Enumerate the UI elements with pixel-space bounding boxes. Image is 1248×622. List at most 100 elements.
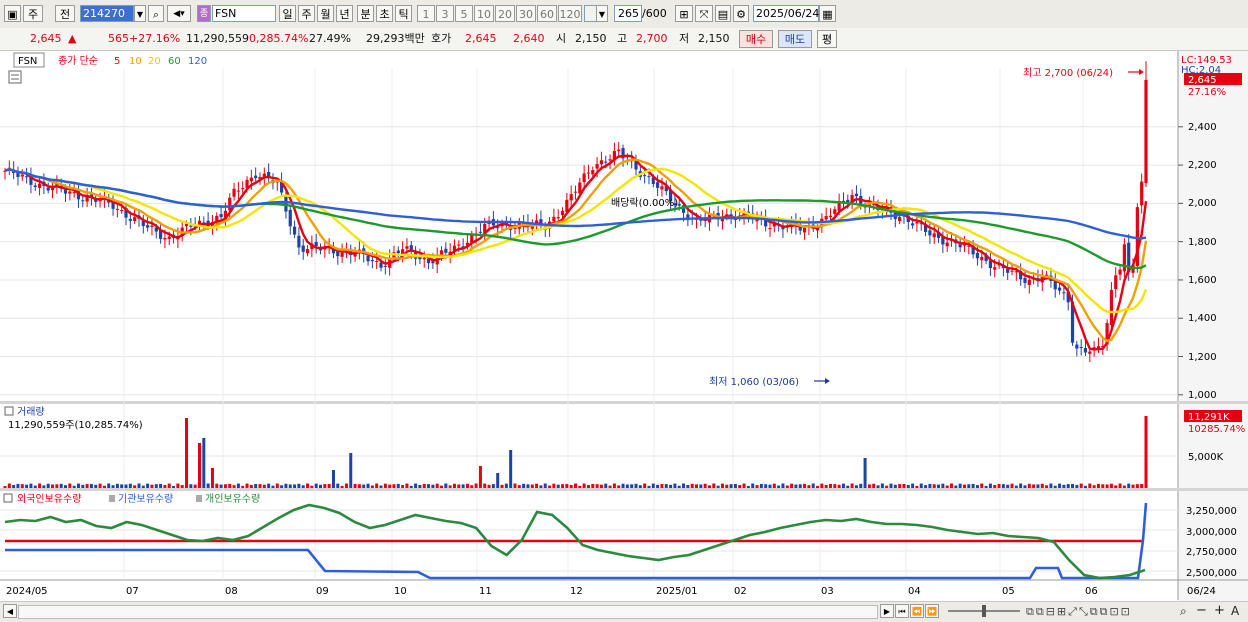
volume-bar [500, 484, 504, 488]
drawing-tool-icon[interactable]: ⤧ [695, 5, 713, 22]
interval-dropdown-icon[interactable]: ▼ [596, 5, 608, 22]
volume-bar [474, 483, 478, 488]
code-dropdown-icon[interactable]: ▼ [134, 5, 146, 22]
volume-bar [759, 483, 763, 488]
volume-bar [574, 483, 577, 488]
volume-bar [647, 485, 651, 488]
tab-period-tick[interactable]: 틱 [395, 5, 412, 22]
calendar-icon[interactable]: ▦ [819, 5, 836, 22]
tab-interval-3[interactable]: 3 [436, 5, 454, 22]
tab-period-minute[interactable]: 분 [357, 5, 374, 22]
candle-type-icon[interactable]: ⊞ [675, 5, 693, 22]
horizontal-scrollbar[interactable] [18, 605, 878, 619]
zoom-out-icon[interactable]: − [1196, 603, 1207, 618]
stock-code-input[interactable]: 214270 [80, 5, 134, 22]
volume-bar [154, 484, 158, 488]
volume-bar [81, 484, 85, 488]
volume-bar [405, 483, 409, 488]
volume-bar [924, 485, 928, 488]
price-tick-2000: 2,000 [1188, 198, 1217, 209]
page-forward-button[interactable]: ⏩ [925, 604, 939, 618]
gear-icon[interactable]: ⚙ [733, 5, 749, 22]
volume-bar [556, 484, 560, 488]
volume-bar [863, 458, 867, 488]
candle-body [301, 245, 305, 252]
volume-bar [68, 483, 72, 488]
volume-bar [919, 483, 923, 488]
volume-bar [267, 483, 271, 488]
layout-icons[interactable]: ⧉⧉⊟⊞⤢⤡⧉⧉⊡⊡ [1026, 605, 1132, 619]
tab-period-week[interactable]: 주 [298, 5, 315, 22]
font-size-icon[interactable]: A [1231, 604, 1239, 618]
volume-bar [102, 485, 106, 488]
evaluate-button[interactable]: 평 [817, 30, 837, 48]
stock-name-input[interactable]: FSN [212, 5, 276, 22]
volume-bar [971, 483, 975, 488]
tab-interval-30[interactable]: 30 [516, 5, 536, 22]
volume-bar [478, 466, 482, 488]
scroll-left-icon[interactable]: ◀ [3, 604, 17, 618]
volume-bar [941, 483, 945, 488]
volume-bar [569, 485, 573, 488]
open-label: 시 [556, 32, 567, 45]
volume-bar [435, 483, 439, 488]
volume-value: 11,290,559 [186, 32, 249, 45]
sell-button[interactable]: 매도 [778, 30, 812, 48]
market-button[interactable]: 주 [23, 5, 43, 22]
tab-period-second[interactable]: 초 [376, 5, 393, 22]
toolbar: ▣ 주 전 214270 ▼ ⌕ ◀▾ 종 FSN 일 주 월 년 분 초 틱 … [0, 0, 1248, 29]
volume-bar [794, 484, 798, 488]
tab-interval-20[interactable]: 20 [495, 5, 515, 22]
data-count-input[interactable]: 265 [614, 5, 642, 22]
volume-bar [656, 484, 660, 488]
volume-bar [1066, 484, 1070, 488]
volume-bar [284, 483, 288, 488]
volume-percent: 0,285.74% [249, 32, 309, 45]
calculator-icon[interactable] [8, 70, 22, 84]
save-icon[interactable]: ▤ [715, 5, 731, 22]
volume-bar [193, 484, 197, 488]
search-icon[interactable]: ⌕ [148, 5, 164, 22]
jump-first-button[interactable]: ⏮ [895, 604, 909, 618]
volume-bar [440, 485, 444, 488]
x-label-2025-01: 2025/01 [656, 586, 698, 597]
buy-button[interactable]: 매수 [739, 30, 773, 48]
page-back-button[interactable]: ⏪ [910, 604, 924, 618]
volume-bar [997, 483, 1001, 488]
tab-interval-10[interactable]: 10 [474, 5, 494, 22]
volume-bar [1014, 485, 1018, 488]
volume-bar [638, 485, 642, 488]
tab-interval-60[interactable]: 60 [537, 5, 557, 22]
candle-body [81, 200, 85, 202]
tab-interval-1[interactable]: 1 [417, 5, 435, 22]
candle-body [958, 244, 962, 248]
scroll-right-button[interactable]: ▶ [880, 604, 894, 618]
volume-bar [517, 485, 521, 488]
volume-bar [811, 483, 815, 488]
zoom-slider-handle[interactable] [982, 605, 986, 617]
volume-bar [115, 483, 119, 488]
prev-button[interactable]: 전 [55, 5, 75, 22]
volume-bar [954, 485, 958, 488]
volume-bar [906, 484, 910, 488]
zoom-in-icon[interactable]: + [1214, 603, 1225, 618]
volume-bar [228, 483, 232, 488]
volume-bar [1075, 484, 1079, 488]
candle-body [915, 222, 919, 224]
tab-interval-120[interactable]: 120 [558, 5, 582, 22]
window-menu-icon[interactable]: ▣ [4, 5, 21, 22]
tab-period-year[interactable]: 년 [336, 5, 353, 22]
volume-bar [984, 485, 988, 488]
zoom-search-icon[interactable]: ⌕ [1180, 604, 1187, 619]
tab-period-day[interactable]: 일 [279, 5, 296, 22]
tab-interval-5[interactable]: 5 [455, 5, 473, 22]
volume-bar [928, 483, 932, 488]
legend-institution: 기관보유수량 [118, 493, 173, 505]
volume-bar [344, 483, 348, 488]
volume-bar [561, 484, 565, 488]
volume-bar [578, 485, 582, 488]
stock-chart[interactable]: FSN 종가 단순 5 10 20 60 120 최고 2,700 (06/24… [0, 51, 1248, 601]
tab-period-month[interactable]: 월 [317, 5, 334, 22]
speaker-icon[interactable]: ◀▾ [167, 5, 191, 22]
date-input[interactable]: 2025/06/24 [753, 5, 819, 22]
